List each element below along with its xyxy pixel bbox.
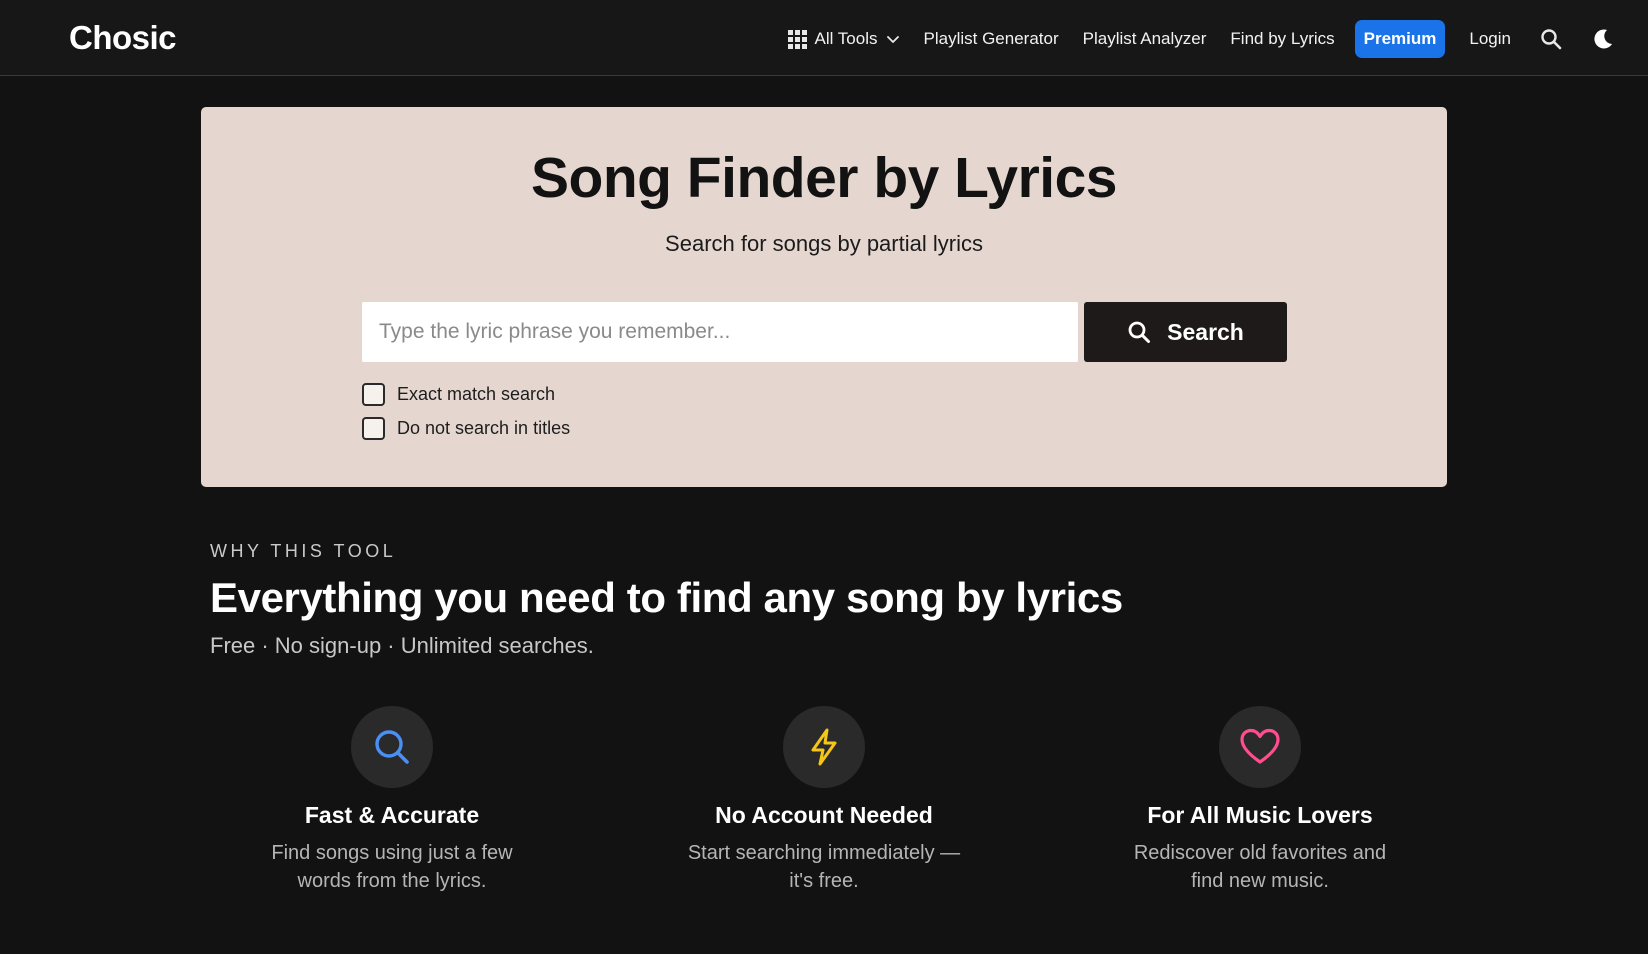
feature-card-no-account: No Account Needed Start searching immedi… [654,706,994,895]
chevron-down-icon [886,36,899,43]
section-subtitle: Free · No sign-up · Unlimited searches. [210,633,594,658]
search-icon [1541,29,1562,50]
lyrics-search-input[interactable] [362,302,1078,362]
no-title-search-option[interactable]: Do not search in titles [362,417,570,440]
section-title: Everything you need to find any song by … [210,574,1123,621]
lightning-icon [811,728,837,766]
search-button-label: Search [1167,318,1244,345]
all-tools-menu[interactable]: All Tools [787,29,900,49]
login-link[interactable]: Login [1469,29,1511,49]
premium-button[interactable]: Premium [1354,20,1446,58]
exact-match-label: Exact match search [397,384,556,404]
page-subtitle: Search for songs by partial lyrics [665,231,983,256]
heart-icon [1240,728,1280,764]
search-icon [375,730,409,764]
page-title: Song Finder by Lyrics [531,146,1118,210]
header-search-button[interactable] [1539,27,1563,51]
feature-icon-circle [351,706,433,788]
nav-link-playlist-analyzer[interactable]: Playlist Analyzer [1083,29,1207,49]
search-icon [1128,321,1151,343]
feature-title: For All Music Lovers [1147,802,1373,828]
feature-card-music-lovers: For All Music Lovers Rediscover old favo… [1090,706,1430,895]
feature-icon-circle [783,706,865,788]
all-tools-label: All Tools [814,29,878,48]
nav-link-find-by-lyrics[interactable]: Find by Lyrics [1230,29,1334,49]
dark-mode-toggle[interactable] [1591,27,1615,51]
feature-description: Find songs using just a few words from t… [271,842,513,892]
waveform-logo-icon [30,18,61,58]
no-title-search-label: Do not search in titles [397,418,571,438]
lyrics-search-card: Song Finder by Lyrics Search for songs b… [201,107,1447,487]
feature-description: Start searching immediately — it's free. [687,842,961,892]
feature-description: Rediscover old favorites and find new mu… [1133,842,1387,892]
chosic-logo[interactable]: Chosic [29,16,177,60]
section-eyebrow: WHY THIS TOOL [210,541,397,561]
search-button[interactable]: Search [1084,302,1287,362]
feature-title: Fast & Accurate [304,802,480,828]
grid-icon [787,29,807,49]
feature-card-fast-accurate: Fast & Accurate Find songs using just a … [222,706,562,895]
feature-icon-circle [1219,706,1301,788]
feature-title: No Account Needed [715,802,933,828]
exact-match-checkbox[interactable] [362,383,385,406]
no-title-search-checkbox[interactable] [362,417,385,440]
main-nav: All Tools Playlist Generator Playlist An… [787,20,1616,58]
top-navigation-bar: Chosic All Tools Playlist Generator Play… [0,0,1648,76]
brand-name: Chosic [69,19,177,56]
moon-icon [1594,29,1612,49]
exact-match-option[interactable]: Exact match search [362,383,555,406]
nav-link-playlist-generator[interactable]: Playlist Generator [924,29,1059,49]
